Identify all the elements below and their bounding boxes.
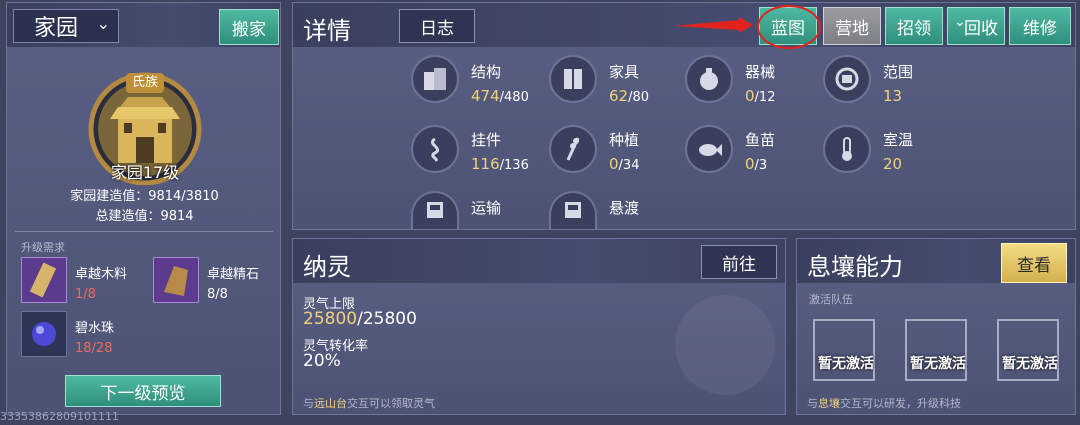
- move-home-button[interactable]: 搬家: [219, 9, 279, 45]
- stat-value: 116/136: [471, 155, 529, 173]
- range-icon: [823, 55, 871, 103]
- stat-label: 种植: [609, 131, 640, 149]
- material-name: 卓越精石: [207, 267, 260, 282]
- view-button[interactable]: 查看: [1001, 243, 1067, 283]
- clan-tag: 氏族: [126, 73, 164, 93]
- upgrade-req-label: 升级需求: [21, 241, 65, 254]
- stat-value: 0/34: [609, 155, 640, 173]
- stat-label: 挂件: [471, 131, 502, 149]
- wheat-icon: [549, 125, 597, 173]
- tab-recycle-label: 回收: [964, 18, 998, 39]
- naling-title: 纳灵: [303, 253, 351, 281]
- ability-slot[interactable]: 暂无激活: [905, 319, 967, 381]
- xirang-title: 息壤能力: [807, 253, 903, 281]
- home-title: 家园: [34, 16, 79, 41]
- material-pearl-icon[interactable]: [21, 311, 67, 357]
- total-build-value: 总建造值：9814: [95, 209, 194, 224]
- build-value: 家园建造值：9814/3810: [70, 189, 219, 204]
- fish-icon: [685, 125, 733, 173]
- train-icon: [411, 191, 459, 229]
- stat-label: 悬渡: [609, 199, 640, 217]
- train-icon: [549, 191, 597, 229]
- stat-label: 家具: [609, 63, 640, 81]
- tab-recruit[interactable]: 招领: [885, 7, 943, 45]
- home-title-dropdown[interactable]: 家园 ⌄: [13, 9, 119, 43]
- machine-icon: [685, 55, 733, 103]
- material-wood-icon[interactable]: [21, 257, 67, 303]
- stat-label: 鱼苗: [745, 131, 776, 149]
- cap-value: 25800/25800: [303, 309, 417, 329]
- naling-panel: 纳灵 前往 灵气上限 25800/25800 灵气转化率 20% 与远山台交互可…: [292, 238, 786, 415]
- divider: [15, 231, 273, 232]
- material-stone-icon[interactable]: [153, 257, 199, 303]
- annotation-circle: [757, 5, 821, 49]
- ability-slot[interactable]: 暂无激活: [997, 319, 1059, 381]
- material-name: 卓越木料: [75, 267, 128, 282]
- stat-value: 0/12: [745, 87, 776, 105]
- thermometer-icon: [823, 125, 871, 173]
- go-button[interactable]: 前往: [701, 245, 777, 279]
- footer-digits: 33353862809101111: [0, 410, 119, 423]
- home-level-emblem: 氏族 家园17级: [82, 69, 208, 186]
- ability-slot[interactable]: 暂无激活: [813, 319, 875, 381]
- pendant-icon: [411, 125, 459, 173]
- building-icon: [411, 55, 459, 103]
- next-level-preview-button[interactable]: 下一级预览: [65, 375, 221, 407]
- material-count: 8/8: [207, 287, 228, 302]
- stat-value: 474/480: [471, 87, 529, 105]
- tab-repair[interactable]: 维修: [1009, 7, 1071, 45]
- stat-label: 室温: [883, 131, 914, 149]
- chevron-down-icon: ⌄: [96, 14, 110, 33]
- material-count: 18/28: [75, 341, 113, 356]
- home-level-label: 家园17级: [110, 163, 180, 182]
- stat-value: 13: [883, 87, 903, 105]
- stat-value: 62/80: [609, 87, 650, 105]
- naling-hint: 与远山台交互可以领取灵气: [303, 397, 435, 410]
- details-panel: 详情 日志 蓝图 营地 招领 ⌄ 回收 维修 结构 474/480 家具 62/…: [292, 2, 1076, 230]
- leaf-watermark-icon: [675, 295, 775, 395]
- xirang-panel: 息壤能力 查看 激活队伍 暂无激活 暂无激活 暂无激活 与息壤交互可以研发，升级…: [796, 238, 1076, 415]
- tab-camp[interactable]: 营地: [823, 7, 881, 45]
- stat-label: 运输: [471, 199, 502, 217]
- material-name: 碧水珠: [75, 321, 115, 336]
- stat-label: 器械: [745, 63, 776, 81]
- stat-value: 20: [883, 155, 903, 173]
- tab-recycle[interactable]: ⌄ 回收: [947, 7, 1005, 45]
- material-count: 1/8: [75, 287, 96, 302]
- details-title: 详情: [303, 17, 351, 45]
- chevron-down-icon: ⌄: [954, 14, 966, 30]
- stat-label: 结构: [471, 63, 502, 81]
- rate-value: 20%: [303, 351, 341, 371]
- stat-label: 范围: [883, 63, 914, 81]
- annotation-arrow: [673, 15, 753, 35]
- xirang-hint: 与息壤交互可以研发，升级科技: [807, 397, 961, 410]
- team-label: 激活队伍: [809, 293, 853, 306]
- log-button[interactable]: 日志: [399, 9, 475, 43]
- stat-value: 0/3: [745, 155, 768, 173]
- home-panel: 家园 ⌄ 搬家 氏族 家园17级 家园建造值：9814/3810 总建造值：98…: [6, 2, 281, 415]
- wardrobe-icon: [549, 55, 597, 103]
